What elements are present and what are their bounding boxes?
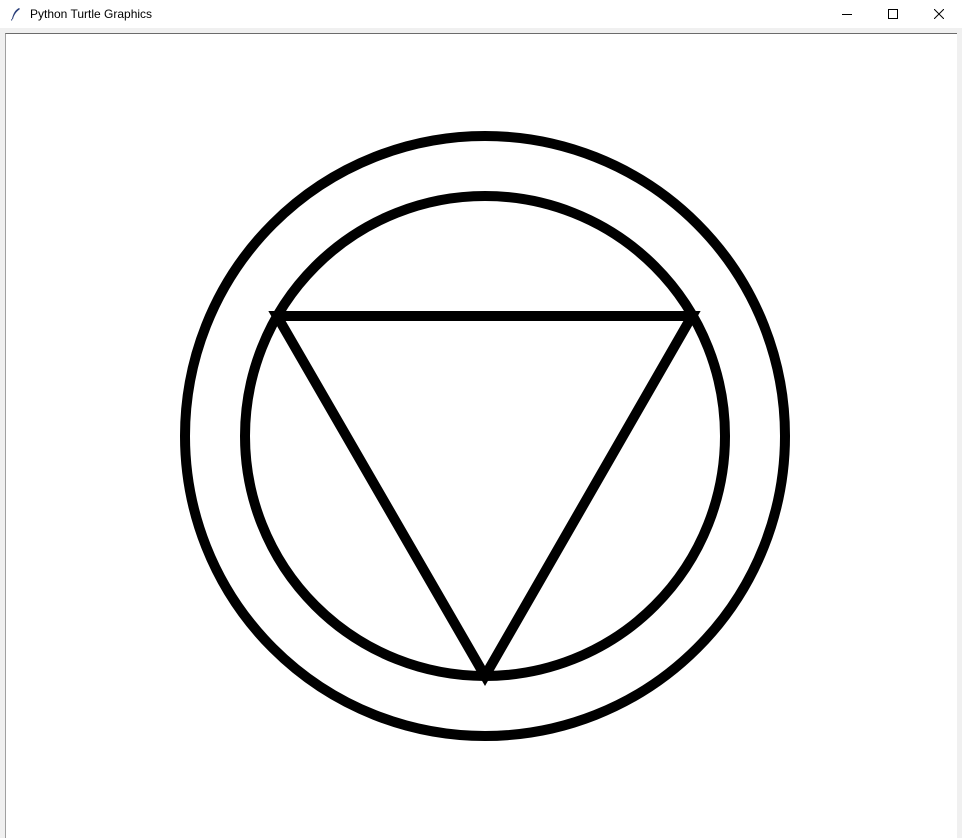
window-controls — [824, 0, 962, 28]
inner-circle — [240, 191, 730, 681]
outer-circle — [180, 131, 790, 741]
maximize-button[interactable] — [870, 0, 916, 28]
turtle-window: Python Turtle Graphics — [0, 0, 962, 838]
turtle-canvas[interactable] — [5, 33, 957, 838]
close-icon — [934, 9, 944, 19]
maximize-icon — [888, 9, 898, 19]
minimize-button[interactable] — [824, 0, 870, 28]
minimize-icon — [842, 14, 852, 15]
title-bar[interactable]: Python Turtle Graphics — [0, 0, 962, 28]
window-title: Python Turtle Graphics — [30, 7, 153, 21]
close-button[interactable] — [916, 0, 962, 28]
feather-icon — [8, 6, 24, 22]
drawing-surface — [180, 131, 790, 741]
